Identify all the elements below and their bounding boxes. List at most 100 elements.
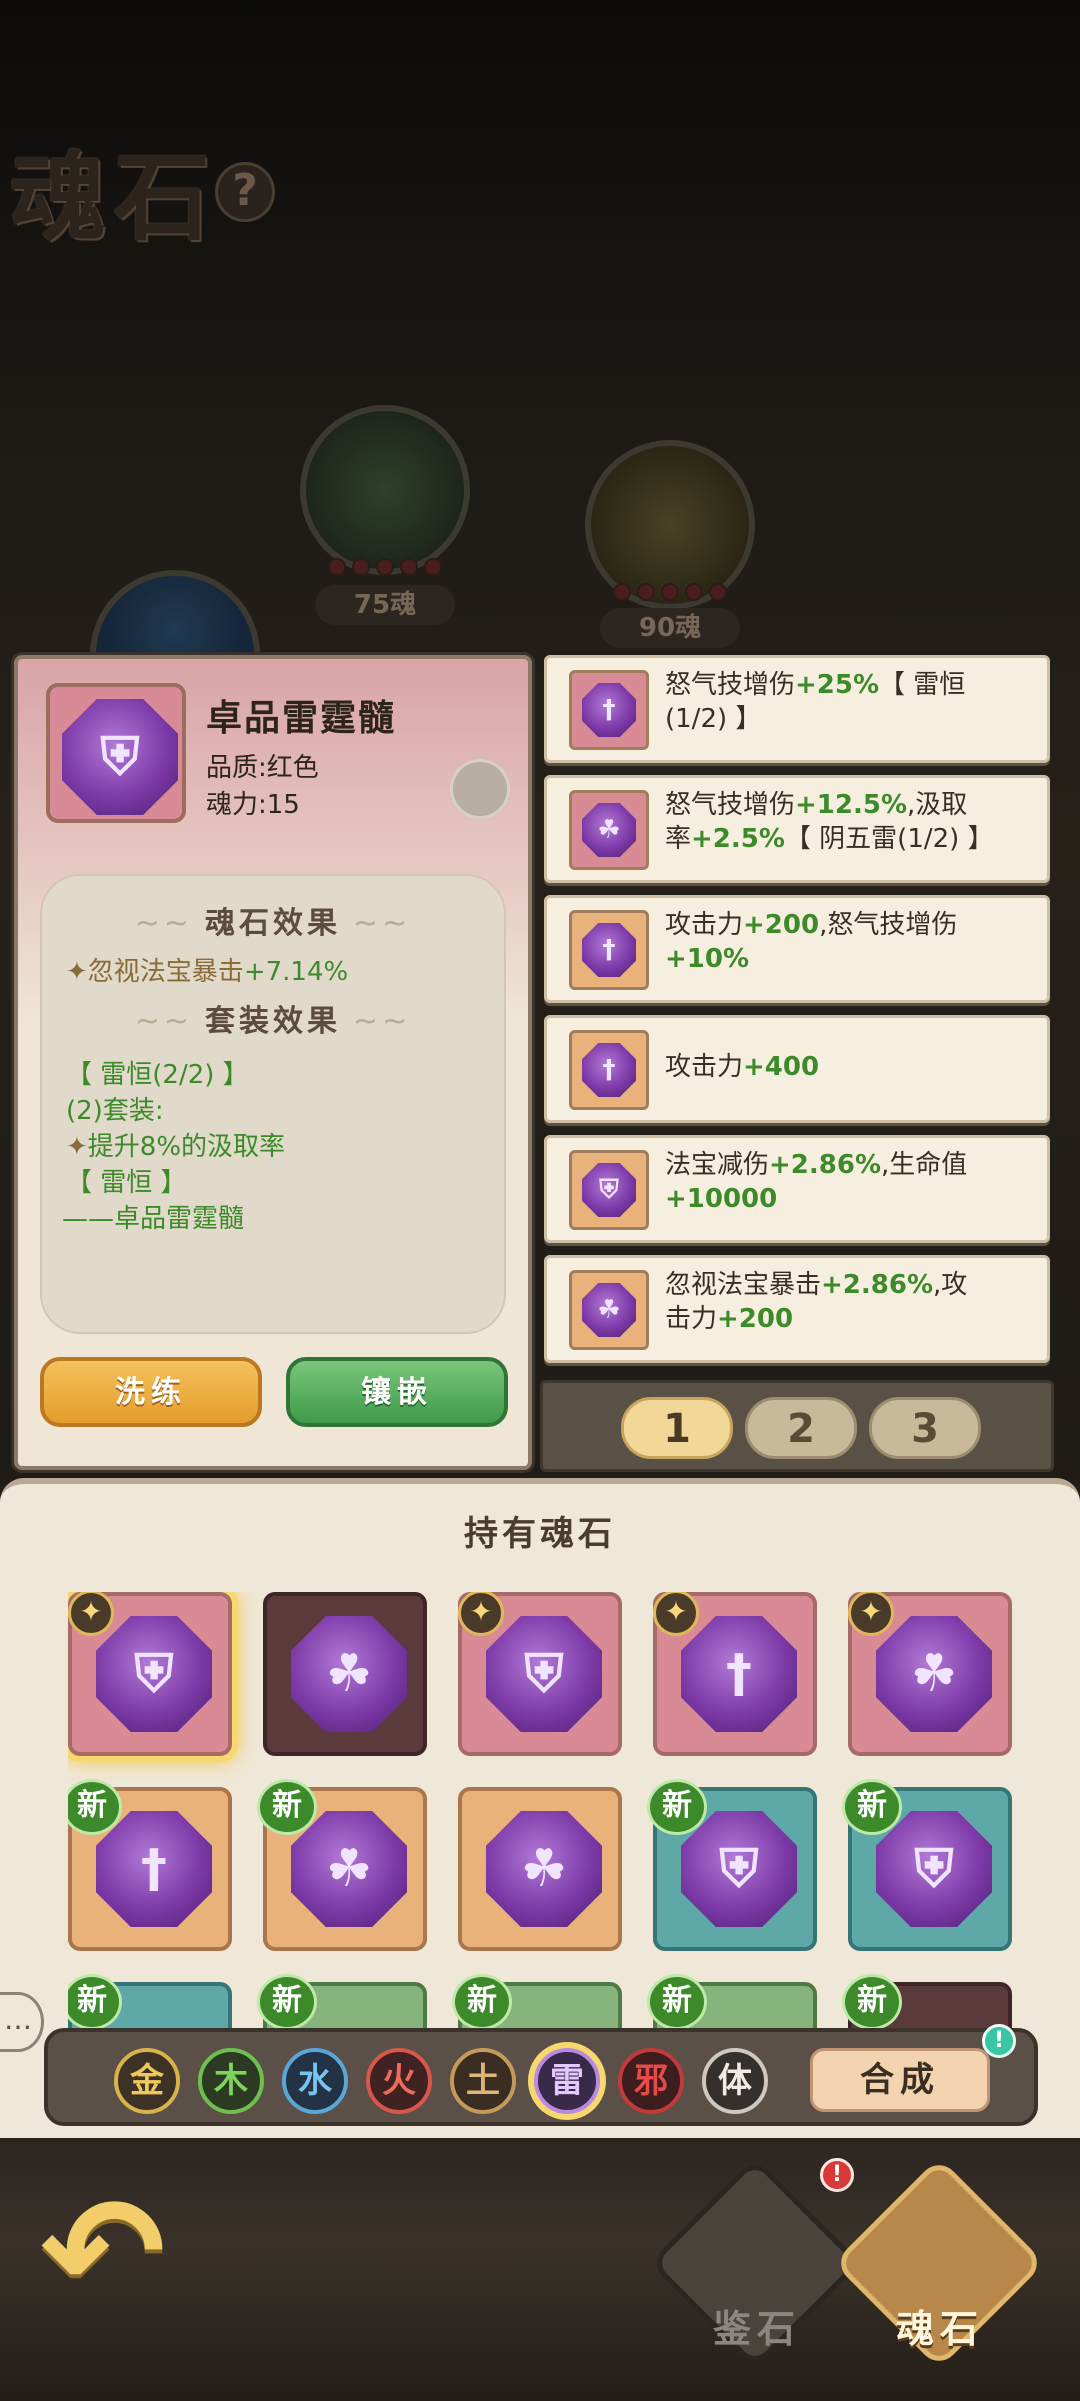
inlay-button[interactable]: 镶嵌 [286,1357,508,1427]
new-badge: 新 [842,1974,902,2030]
earth-orb-cost: 90魂 [600,608,740,648]
element-filter-4[interactable]: 火 [366,2048,432,2114]
soulstone-gem-icon: † [96,1811,212,1927]
inventory-slot[interactable]: ☘ ✦ [848,1592,1012,1756]
detail-stone-icon: ⛨ [46,683,186,823]
stone-quality: 品质:红色 [206,753,319,783]
stone-list-icon: † [569,1030,649,1110]
stone-detail-panel: ⛨ 卓品雷霆髓 品质:红色 魂力:15 魂石效果 ✦忽视法宝暴击+7.14% 套… [14,655,532,1470]
stone-list-text: 法宝减伤+2.86%,生命值 +10000 [665,1150,968,1214]
inventory-slot[interactable]: ⛨ ✦ [68,1592,232,1756]
wood-orb[interactable] [300,405,470,575]
stone-list-text: 忽视法宝暴击+2.86%,攻 击力+200 [665,1270,968,1334]
inventory-slot[interactable]: ☘ [458,1787,622,1951]
new-badge: 新 [68,1779,122,1835]
inventory-slot[interactable]: ⛨ ✦ [458,1592,622,1756]
stone-list-item[interactable]: ☘ 怒气技增伤+12.5%,汲取 率+2.5%【 阴五雷(1/2) 】 [544,775,1050,883]
help-icon[interactable]: ? [215,162,275,222]
stone-list-icon: ⛨ [569,1150,649,1230]
soulstone-gem-icon: ☘ [291,1811,407,1927]
element-filter-5[interactable]: 土 [450,2048,516,2114]
stone-name: 卓品雷霆髓 [206,698,397,739]
element-filter-3[interactable]: 水 [282,2048,348,2114]
stone-effect-line: ✦忽视法宝暴击+7.14% [66,957,349,987]
inventory-slot[interactable]: 新 [257,1974,427,2032]
new-badge: 新 [257,1779,317,1835]
element-filter-1[interactable]: 金 [114,2048,180,2114]
appraise-alert-icon: ! [820,2158,854,2192]
star-badge-icon: ✦ [68,1592,114,1636]
inventory-slot[interactable]: ☘ [263,1592,427,1756]
page-1-button[interactable]: 1 [621,1397,733,1459]
soulstone-gem-icon: ⛨ [876,1811,992,1927]
stone-list-text: 怒气技增伤+12.5%,汲取 率+2.5%【 阴五雷(1/2) 】 [665,790,994,854]
star-badge-icon: ✦ [848,1592,894,1636]
stone-list-item[interactable]: † 攻击力+200,怒气技增伤 +10% [544,895,1050,1003]
inventory-slot[interactable]: ⛨ 新 [842,1779,1012,1951]
stone-list-item[interactable]: † 攻击力+400 [544,1015,1050,1123]
element-filter-8[interactable]: 体 [702,2048,768,2114]
stone-list-icon: † [569,910,649,990]
soulstone-gem-icon: ☘ [876,1616,992,1732]
set-heading: 套装效果 [42,996,504,1040]
inventory-slot[interactable]: ☘ 新 [257,1779,427,1951]
soulstone-gem-icon: ⛨ [96,1616,212,1732]
soulstone-gem-icon: ☘ [291,1616,407,1732]
page-2-button[interactable]: 2 [745,1397,857,1459]
inventory-slot[interactable]: 新 [842,1974,1012,2032]
element-filter-7[interactable]: 邪 [618,2048,684,2114]
soulstone-gem-icon: † [681,1616,797,1732]
new-badge: 新 [647,1974,707,2030]
inventory-slot[interactable]: ⛨ 新 [647,1779,817,1951]
stone-list-icon: ☘ [569,1270,649,1350]
bottom-nav: ↶ 鉴石 ! 魂石 [0,2138,1080,2401]
star-badge-icon: ✦ [458,1592,504,1636]
stone-list-text: 攻击力+400 [665,1052,820,1082]
stone-list-icon: † [569,670,649,750]
effect-box: 魂石效果 ✦忽视法宝暴击+7.14% 套装效果 【 雷恒(2/2) 】 (2)套… [40,874,506,1334]
soulstone-tab-label[interactable]: 魂石 [860,2298,1020,2353]
page-title: 魂石 [10,141,218,254]
combine-alert-icon: ! [982,2024,1016,2058]
new-badge: 新 [68,1974,122,2030]
set-name-2: 【 雷恒 】 [66,1168,187,1198]
combine-button[interactable]: 合成 [810,2048,990,2112]
stone-list-text: 攻击力+200,怒气技增伤 +10% [665,910,958,974]
page-3-button[interactable]: 3 [869,1397,981,1459]
refine-button[interactable]: 洗练 [40,1357,262,1427]
stone-list-item[interactable]: ☘ 忽视法宝暴击+2.86%,攻 击力+200 [544,1255,1050,1363]
wood-orb-dots [300,558,470,580]
new-badge: 新 [647,1779,707,1835]
set-member: ——卓品雷霆髓 [62,1204,245,1234]
inventory-slot[interactable]: † 新 [68,1779,232,1951]
appraise-tab-label[interactable]: 鉴石 [677,2298,837,2353]
inventory-grid: ⛨ ✦ ☘ ⛨ ✦ † ✦ ☘ ✦ † 新 ☘ 新 ☘ ⛨ 新 ⛨ 新新新新新新 [68,1592,1018,2032]
inventory-slot[interactable]: 新 [452,1974,622,2032]
stone-list-item[interactable]: † 怒气技增伤+25%【 雷恒 (1/2) 】 [544,655,1050,763]
earth-orb-dots [585,583,755,605]
soulstone-gem-icon: ⛨ [681,1811,797,1927]
stone-list-text: 怒气技增伤+25%【 雷恒 (1/2) 】 [665,670,966,734]
star-badge-icon: ✦ [653,1592,699,1636]
lock-icon[interactable] [450,759,510,819]
stone-soul-power: 魂力:15 [206,790,300,820]
inventory-title: 持有魂石 [464,1514,616,1554]
set-bonus: ✦提升8%的汲取率 [66,1132,286,1162]
element-filter-bar: 金木水火土雷邪体 合成 ! [44,2024,1038,2126]
inventory-slot[interactable]: † ✦ [653,1592,817,1756]
new-badge: 新 [452,1974,512,2030]
stone-list-item[interactable]: ⛨ 法宝减伤+2.86%,生命值 +10000 [544,1135,1050,1243]
stone-list-icon: ☘ [569,790,649,870]
page-selector: 1 2 3 [540,1380,1054,1472]
new-badge: 新 [257,1974,317,2030]
back-arrow-icon[interactable]: ↶ [40,2178,170,2328]
element-filter-6[interactable]: 雷 [534,2048,600,2114]
set-name: 【 雷恒(2/2) 】 [66,1060,249,1090]
element-filter-2[interactable]: 木 [198,2048,264,2114]
set-count: (2)套装: [66,1096,164,1126]
soulstone-gem-icon: ⛨ [486,1616,602,1732]
inventory-slot[interactable]: 新 [68,1974,232,2032]
soulstone-gem-icon: ☘ [486,1811,602,1927]
effect-heading: 魂石效果 [42,898,504,942]
inventory-slot[interactable]: 新 [647,1974,817,2032]
